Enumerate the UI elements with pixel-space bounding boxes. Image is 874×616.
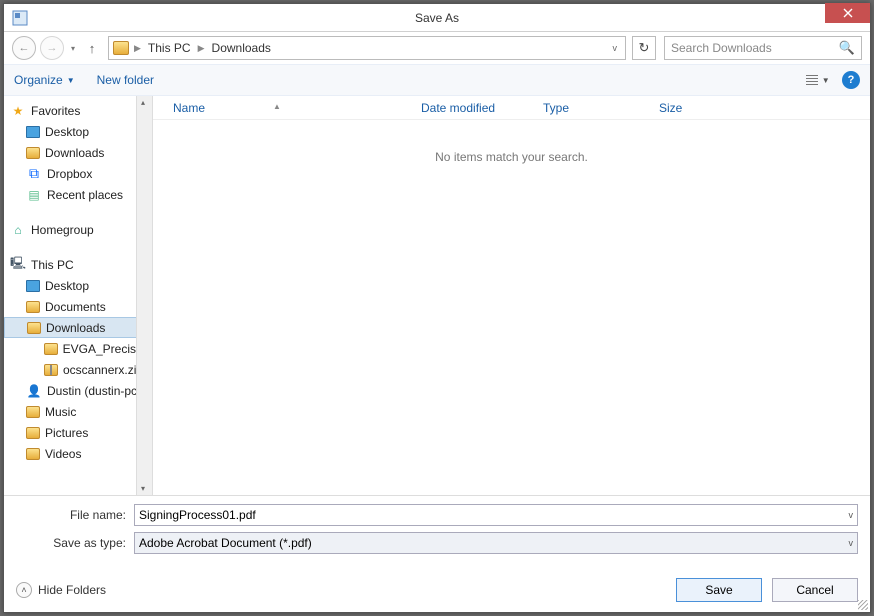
zip-icon bbox=[44, 364, 58, 376]
folder-icon bbox=[26, 448, 40, 460]
folder-icon bbox=[26, 427, 40, 439]
tree-this-pc[interactable]: 🖳This PC bbox=[4, 254, 152, 275]
tree-fav-dropbox[interactable]: ⧉Dropbox bbox=[4, 163, 152, 184]
folder-icon bbox=[44, 343, 58, 355]
forward-button[interactable]: → bbox=[40, 36, 64, 60]
chevron-down-icon: ▼ bbox=[67, 76, 75, 85]
help-button[interactable]: ? bbox=[842, 71, 860, 89]
file-list-area: Name▲ Date modified Type Size No items m… bbox=[153, 96, 870, 495]
star-icon: ★ bbox=[10, 104, 26, 118]
nav-history-dropdown[interactable]: ▾ bbox=[68, 36, 78, 60]
dropbox-icon: ⧉ bbox=[26, 167, 42, 181]
back-button[interactable]: ← bbox=[12, 36, 36, 60]
desktop-icon bbox=[26, 280, 40, 292]
nav-row: ← → ▾ ↑ ▶ This PC ▶ Downloads v ↻ Search… bbox=[4, 32, 870, 64]
breadcrumb-this-pc[interactable]: This PC bbox=[146, 41, 193, 55]
tree-pc-pictures[interactable]: Pictures bbox=[4, 422, 152, 443]
search-placeholder: Search Downloads bbox=[671, 41, 772, 55]
organize-menu[interactable]: Organize▼ bbox=[14, 73, 75, 87]
folder-icon bbox=[26, 147, 40, 159]
tree-pc-documents[interactable]: Documents bbox=[4, 296, 152, 317]
breadcrumb-sep-icon: ▶ bbox=[131, 43, 144, 54]
filename-label: File name: bbox=[16, 508, 134, 522]
col-type[interactable]: Type bbox=[535, 101, 651, 115]
tree-pc-music[interactable]: Music bbox=[4, 401, 152, 422]
tree-scrollbar[interactable] bbox=[136, 96, 152, 495]
close-button[interactable] bbox=[825, 3, 870, 23]
view-options-button[interactable]: ▼ bbox=[804, 71, 832, 89]
refresh-button[interactable]: ↻ bbox=[632, 36, 656, 60]
pc-icon: 🖳 bbox=[10, 258, 26, 272]
col-size[interactable]: Size bbox=[651, 101, 727, 115]
address-dropdown-icon[interactable]: v bbox=[609, 43, 622, 53]
tree-fav-desktop[interactable]: Desktop bbox=[4, 121, 152, 142]
tree-pc-ocscanner[interactable]: ocscannerx.zip bbox=[4, 359, 152, 380]
save-button[interactable]: Save bbox=[676, 578, 762, 602]
search-input[interactable]: Search Downloads 🔍 bbox=[664, 36, 862, 60]
hide-folders-button[interactable]: ˄ Hide Folders bbox=[16, 582, 106, 598]
recent-icon: ▤ bbox=[26, 188, 42, 202]
folder-icon bbox=[26, 301, 40, 313]
desktop-icon bbox=[26, 126, 40, 138]
folder-icon bbox=[113, 41, 129, 55]
save-as-dialog: Save As ← → ▾ ↑ ▶ This PC ▶ Downloads v … bbox=[3, 3, 871, 613]
savetype-label: Save as type: bbox=[16, 536, 134, 550]
up-button[interactable]: ↑ bbox=[82, 38, 102, 58]
chevron-down-icon[interactable]: v bbox=[849, 538, 854, 548]
resize-grip[interactable] bbox=[858, 600, 868, 610]
app-icon bbox=[12, 10, 28, 26]
toolbar: Organize▼ New folder ▼ ? bbox=[4, 64, 870, 96]
homegroup-icon: ⌂ bbox=[10, 223, 26, 237]
tree-pc-evga[interactable]: EVGA_Precision bbox=[4, 338, 152, 359]
nav-tree[interactable]: ★Favorites Desktop Downloads ⧉Dropbox ▤R… bbox=[4, 96, 153, 495]
tree-pc-downloads[interactable]: Downloads bbox=[4, 317, 152, 338]
chevron-up-icon: ˄ bbox=[16, 582, 32, 598]
col-name[interactable]: Name▲ bbox=[153, 101, 413, 115]
breadcrumb-downloads[interactable]: Downloads bbox=[210, 41, 273, 55]
user-pc-icon: 👤 bbox=[26, 384, 42, 398]
tree-fav-downloads[interactable]: Downloads bbox=[4, 142, 152, 163]
footer: ˄ Hide Folders Save Cancel bbox=[4, 564, 870, 612]
tree-fav-recent[interactable]: ▤Recent places bbox=[4, 184, 152, 205]
savetype-select[interactable]: Adobe Acrobat Document (*.pdf)v bbox=[134, 532, 858, 554]
sort-asc-icon: ▲ bbox=[273, 102, 281, 111]
chevron-down-icon[interactable]: v bbox=[849, 510, 854, 520]
tree-pc-desktop[interactable]: Desktop bbox=[4, 275, 152, 296]
breadcrumb-sep-icon: ▶ bbox=[195, 43, 208, 54]
folder-icon bbox=[27, 322, 41, 334]
tree-favorites[interactable]: ★Favorites bbox=[4, 100, 152, 121]
form-area: File name: SigningProcess01.pdfv Save as… bbox=[4, 495, 870, 564]
new-folder-button[interactable]: New folder bbox=[97, 73, 154, 87]
empty-message: No items match your search. bbox=[153, 150, 870, 164]
filename-input[interactable]: SigningProcess01.pdfv bbox=[134, 504, 858, 526]
tree-pc-videos[interactable]: Videos bbox=[4, 443, 152, 464]
window-title: Save As bbox=[4, 11, 870, 25]
tree-pc-dustin[interactable]: 👤Dustin (dustin-pc bbox=[4, 380, 152, 401]
folder-icon bbox=[26, 406, 40, 418]
tree-homegroup[interactable]: ⌂Homegroup bbox=[4, 219, 152, 240]
col-date[interactable]: Date modified bbox=[413, 101, 535, 115]
address-bar[interactable]: ▶ This PC ▶ Downloads v bbox=[108, 36, 626, 60]
search-icon: 🔍 bbox=[839, 40, 855, 56]
title-bar: Save As bbox=[4, 4, 870, 32]
body: ★Favorites Desktop Downloads ⧉Dropbox ▤R… bbox=[4, 96, 870, 495]
column-headers: Name▲ Date modified Type Size bbox=[153, 96, 870, 120]
cancel-button[interactable]: Cancel bbox=[772, 578, 858, 602]
